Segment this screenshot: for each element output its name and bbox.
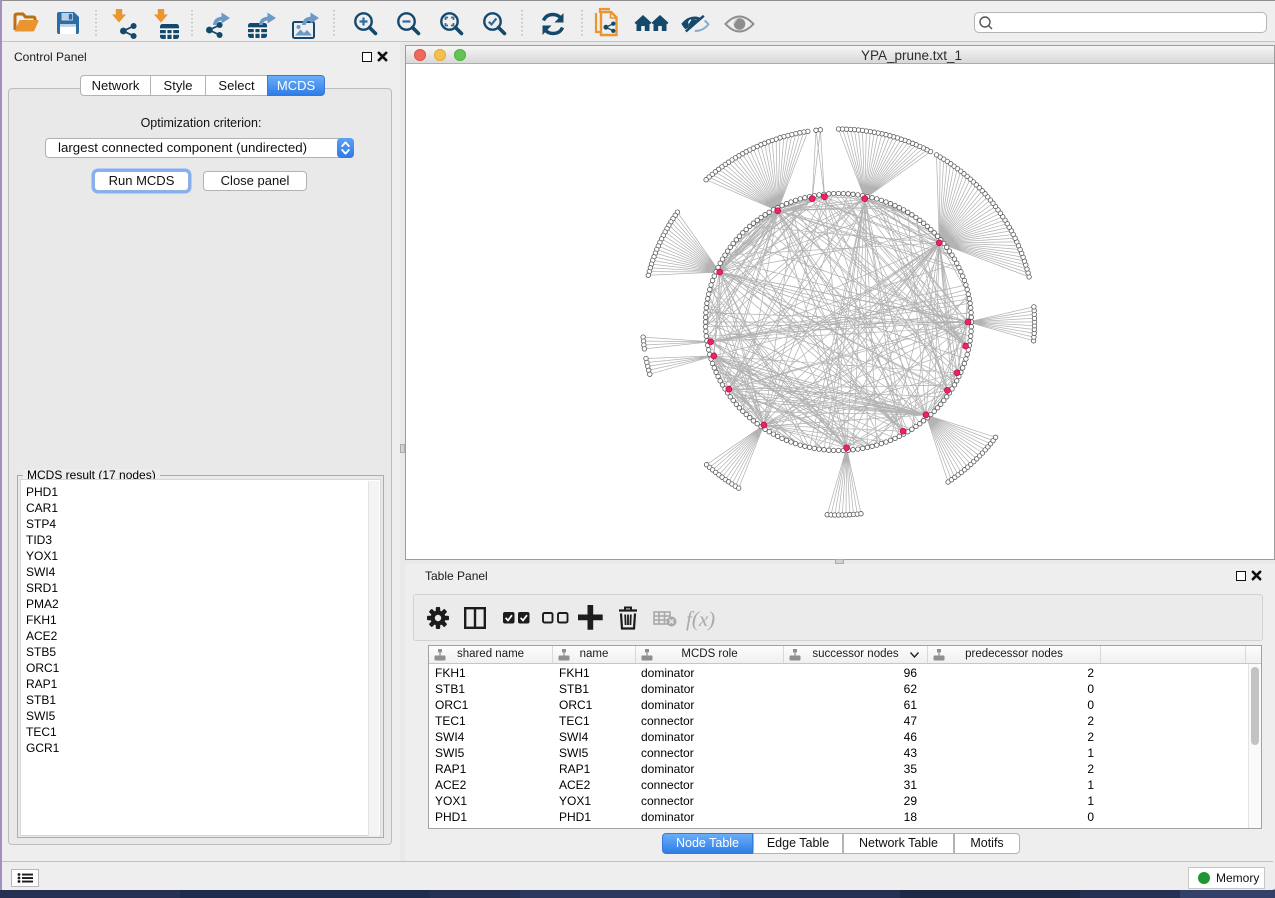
svg-text:f(x): f(x): [686, 607, 715, 631]
